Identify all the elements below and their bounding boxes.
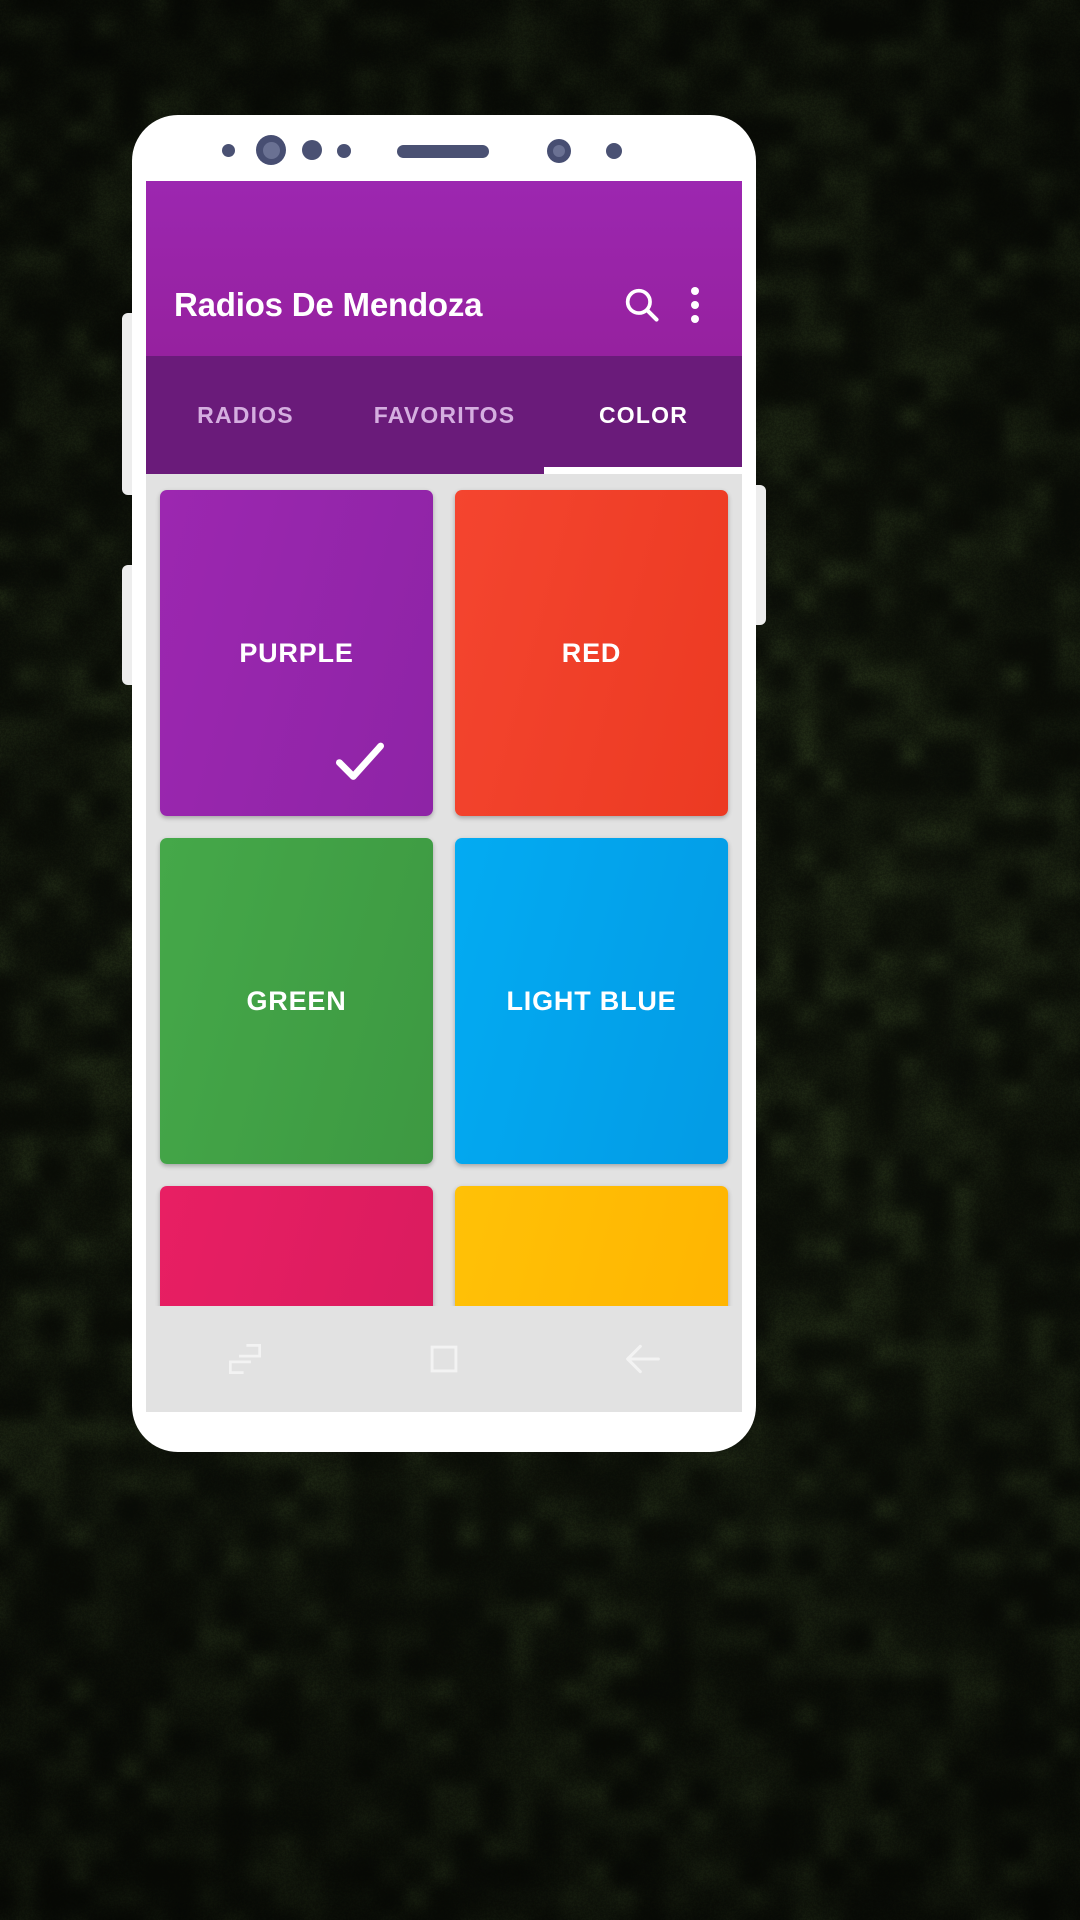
search-icon[interactable]	[612, 275, 672, 335]
color-card-green[interactable]: GREEN	[160, 838, 433, 1164]
color-grid-container: PURPLE RED GREEN LIGHT BLUE	[146, 474, 742, 1306]
sensor-dot-small-3-icon	[606, 143, 622, 159]
sensor-dot-small-2-icon	[337, 144, 351, 158]
home-button[interactable]	[389, 1306, 499, 1412]
color-card-light-blue[interactable]: LIGHT BLUE	[455, 838, 728, 1164]
tab-radios[interactable]: RADIOS	[146, 356, 345, 474]
sensor-dot-medium-icon	[302, 140, 322, 160]
sensor-dot-small-1-icon	[222, 144, 235, 157]
page-title: Radios De Mendoza	[174, 286, 612, 324]
home-square-icon	[422, 1337, 466, 1381]
recents-button[interactable]	[190, 1306, 300, 1412]
sensor-row	[132, 115, 756, 181]
back-button[interactable]	[588, 1306, 698, 1412]
color-card-amber[interactable]	[455, 1186, 728, 1306]
check-icon	[329, 730, 391, 792]
back-arrow-icon	[620, 1336, 666, 1382]
tab-color[interactable]: COLOR	[544, 356, 742, 474]
color-card-label: GREEN	[246, 986, 346, 1017]
color-card-label: PURPLE	[239, 638, 353, 669]
color-card-pink[interactable]	[160, 1186, 433, 1306]
color-grid: PURPLE RED GREEN LIGHT BLUE	[160, 490, 728, 1306]
app-bar: Radios De Mendoza	[146, 181, 742, 356]
phone-screen: Radios De Mendoza RADIOS FAVORITOS COLOR…	[146, 181, 742, 1412]
system-navigation-bar	[146, 1306, 742, 1412]
proximity-sensor-icon	[547, 139, 571, 163]
color-card-label: RED	[562, 638, 621, 669]
tab-indicator	[544, 467, 742, 474]
tab-bar: RADIOS FAVORITOS COLOR	[146, 356, 742, 474]
phone-body: Radios De Mendoza RADIOS FAVORITOS COLOR…	[132, 115, 756, 1452]
recents-icon	[223, 1337, 267, 1381]
tab-favoritos[interactable]: FAVORITOS	[345, 356, 544, 474]
more-vert-icon[interactable]	[672, 275, 718, 335]
earpiece-speaker-icon	[397, 145, 489, 158]
color-card-red[interactable]: RED	[455, 490, 728, 816]
color-card-purple[interactable]: PURPLE	[160, 490, 433, 816]
phone-mockup: Radios De Mendoza RADIOS FAVORITOS COLOR…	[132, 115, 756, 1452]
color-card-label: LIGHT BLUE	[507, 986, 677, 1017]
front-camera-icon	[256, 135, 286, 165]
